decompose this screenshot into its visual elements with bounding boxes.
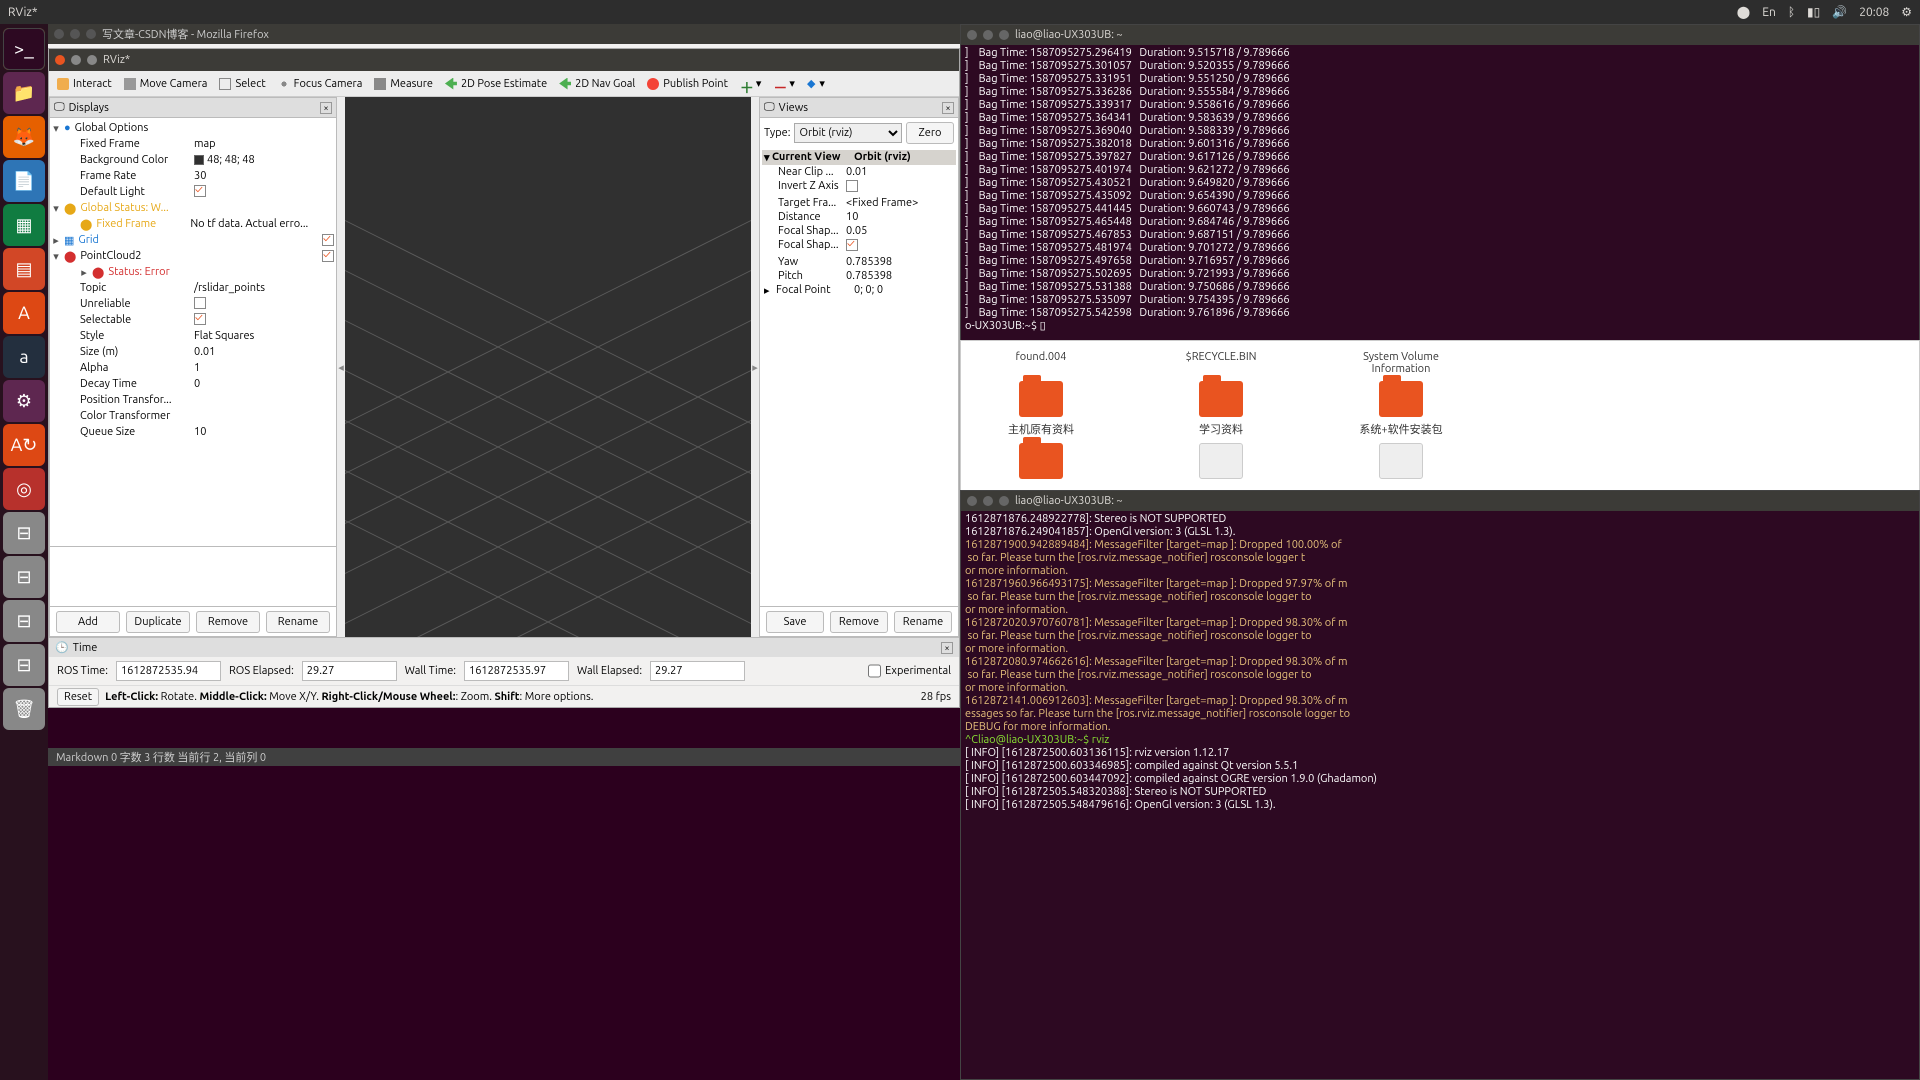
file-item[interactable]: $RECYCLE.BIN [1171,351,1271,375]
status-bar: Reset Left-Click: Rotate. Middle-Click: … [49,685,959,707]
displays-panel: 🖵 Displays × ▾●Global Options Fixed Fram… [49,97,337,637]
terminal-button[interactable]: >_ [3,28,45,70]
rostime-input[interactable] [116,661,221,681]
splitter-right[interactable]: ▸ [751,97,759,637]
tool-extra[interactable]: ◆▾ [807,77,825,90]
add-button[interactable]: Add [56,611,120,633]
rviz-title: RViz* [103,54,130,66]
walltime-input[interactable] [464,661,569,681]
file-item[interactable] [1351,443,1451,479]
drive-button-2[interactable]: ⊟ [3,556,45,598]
time-panel: ROS Time: ROS Elapsed: Wall Time: Wall E… [49,657,959,685]
writer-button[interactable]: 📄 [3,160,45,202]
file-item[interactable]: 主机原有资料 [991,381,1091,437]
drive-button-1[interactable]: ⊟ [3,512,45,554]
trash-button[interactable]: 🗑 [3,688,45,730]
lang-indicator[interactable]: En [1762,6,1776,19]
splitter-left[interactable]: ◂ [337,97,345,637]
rename-button[interactable]: Rename [266,611,330,633]
roselapsed-input[interactable] [302,661,397,681]
zero-button[interactable]: Zero [906,122,954,144]
rviz-toolbar: Interact Move Camera Select Focus Camera… [49,71,959,97]
panel-icon: 🖵 [54,101,65,114]
minimize-icon[interactable] [70,29,80,39]
file-item[interactable]: found.004 [991,351,1091,375]
tool-add[interactable]: ＋▾ [740,77,762,90]
clock[interactable]: 20:08 [1859,6,1889,19]
terminal-bottom[interactable]: liao@liao-UX303UB: ~ 1612871876.24892277… [960,490,1920,1080]
file-item[interactable] [991,443,1091,479]
reset-button[interactable]: Reset [57,688,99,706]
type-label: Type: [764,127,790,139]
drive-button-4[interactable]: ⊟ [3,644,45,686]
maximize-icon[interactable] [86,29,96,39]
wifi-icon[interactable]: ⬤ [1737,5,1750,19]
file-item[interactable]: 学习资料 [1171,381,1271,437]
topbar-title: RViz* [8,6,1737,19]
tool-focus-camera[interactable]: Focus Camera [278,78,363,90]
view-type-select[interactable]: Orbit (rviz) [794,123,902,143]
tool-move-camera[interactable]: Move Camera [124,78,208,90]
tool-interact[interactable]: Interact [57,78,112,90]
rviz-window: RViz* Interact Move Camera Select Focus … [48,48,960,708]
close-icon[interactable] [55,55,65,65]
rviz-titlebar[interactable]: RViz* [49,49,959,71]
volume-icon[interactable]: 🔊 [1832,5,1847,19]
close-icon[interactable]: × [320,102,332,114]
gear-icon[interactable]: ⚙ [1901,5,1912,19]
tool-measure[interactable]: Measure [374,78,433,90]
file-item[interactable] [1171,443,1271,479]
maximize-icon[interactable] [87,55,97,65]
tool-publish-point[interactable]: Publish Point [647,78,728,90]
mouse-hint: Left-Click: Rotate. Middle-Click: Move X… [105,691,593,703]
rename-button[interactable]: Rename [894,611,952,633]
unity-launcher: ◉ 📁 🦊 📄 ▦ ▤ A a ⚙ A↻ ◎ >_ RViz RViz ⊟ ⊟ … [0,24,48,1080]
pdf-button[interactable]: ◎ [3,468,45,510]
duplicate-button[interactable]: Duplicate [126,611,190,633]
remove-button[interactable]: Remove [196,611,260,633]
wallelapsed-input[interactable] [650,661,745,681]
close-icon[interactable]: × [941,642,953,654]
file-item[interactable]: System VolumeInformation [1351,351,1451,375]
file-manager-view[interactable]: found.004 $RECYCLE.BIN System VolumeInform… [960,340,1920,496]
files-button[interactable]: 📁 [3,72,45,114]
drive-button-3[interactable]: ⊟ [3,600,45,642]
time-panel-header: 🕒 Time × [49,637,959,657]
experimental-check[interactable] [868,661,881,681]
tool-2d-nav[interactable]: 2D Nav Goal [559,78,635,90]
panel-icon: 🖵 [764,101,775,114]
system-topbar: RViz* ⬤ En ᛒ ▮▯ 🔊 20:08 ⚙ [0,0,1920,24]
terminal-top[interactable]: liao@liao-UX303UB: ~ ] Bag Time: 1587095… [960,24,1920,354]
file-item[interactable]: 系统+软件安装包 [1351,381,1451,437]
settings-button[interactable]: ⚙ [3,380,45,422]
views-panel: 🖵 Views × Type: Orbit (rviz) Zero ▾Curre… [759,97,959,637]
close-icon[interactable]: × [942,102,954,114]
impress-button[interactable]: ▤ [3,248,45,290]
minimize-icon[interactable] [71,55,81,65]
updater-button[interactable]: A↻ [3,424,45,466]
bluetooth-icon[interactable]: ᛒ [1788,6,1795,19]
views-title: Views [779,102,808,114]
fps-label: 28 fps [921,691,951,703]
display-description [50,546,336,606]
calc-button[interactable]: ▦ [3,204,45,246]
3d-viewport[interactable] [345,97,751,637]
views-tree[interactable]: ▾Current ViewOrbit (rviz) Near Clip ...0… [760,148,958,606]
firefox-button[interactable]: 🦊 [3,116,45,158]
tool-remove[interactable]: －▾ [773,77,795,90]
displays-tree[interactable]: ▾●Global Options Fixed Framemap Backgrou… [50,118,336,546]
remove-button[interactable]: Remove [830,611,888,633]
clock-icon: 🕒 [55,641,69,654]
tool-2d-pose[interactable]: 2D Pose Estimate [445,78,547,90]
amazon-button[interactable]: a [3,336,45,378]
tool-select[interactable]: Select [219,78,265,90]
software-button[interactable]: A [3,292,45,334]
close-icon[interactable] [54,29,64,39]
save-button[interactable]: Save [766,611,824,633]
firefox-title: 写文章-CSDN博客 - Mozilla Firefox [102,26,269,42]
battery-icon[interactable]: ▮▯ [1807,5,1820,19]
displays-title: Displays [69,102,109,114]
